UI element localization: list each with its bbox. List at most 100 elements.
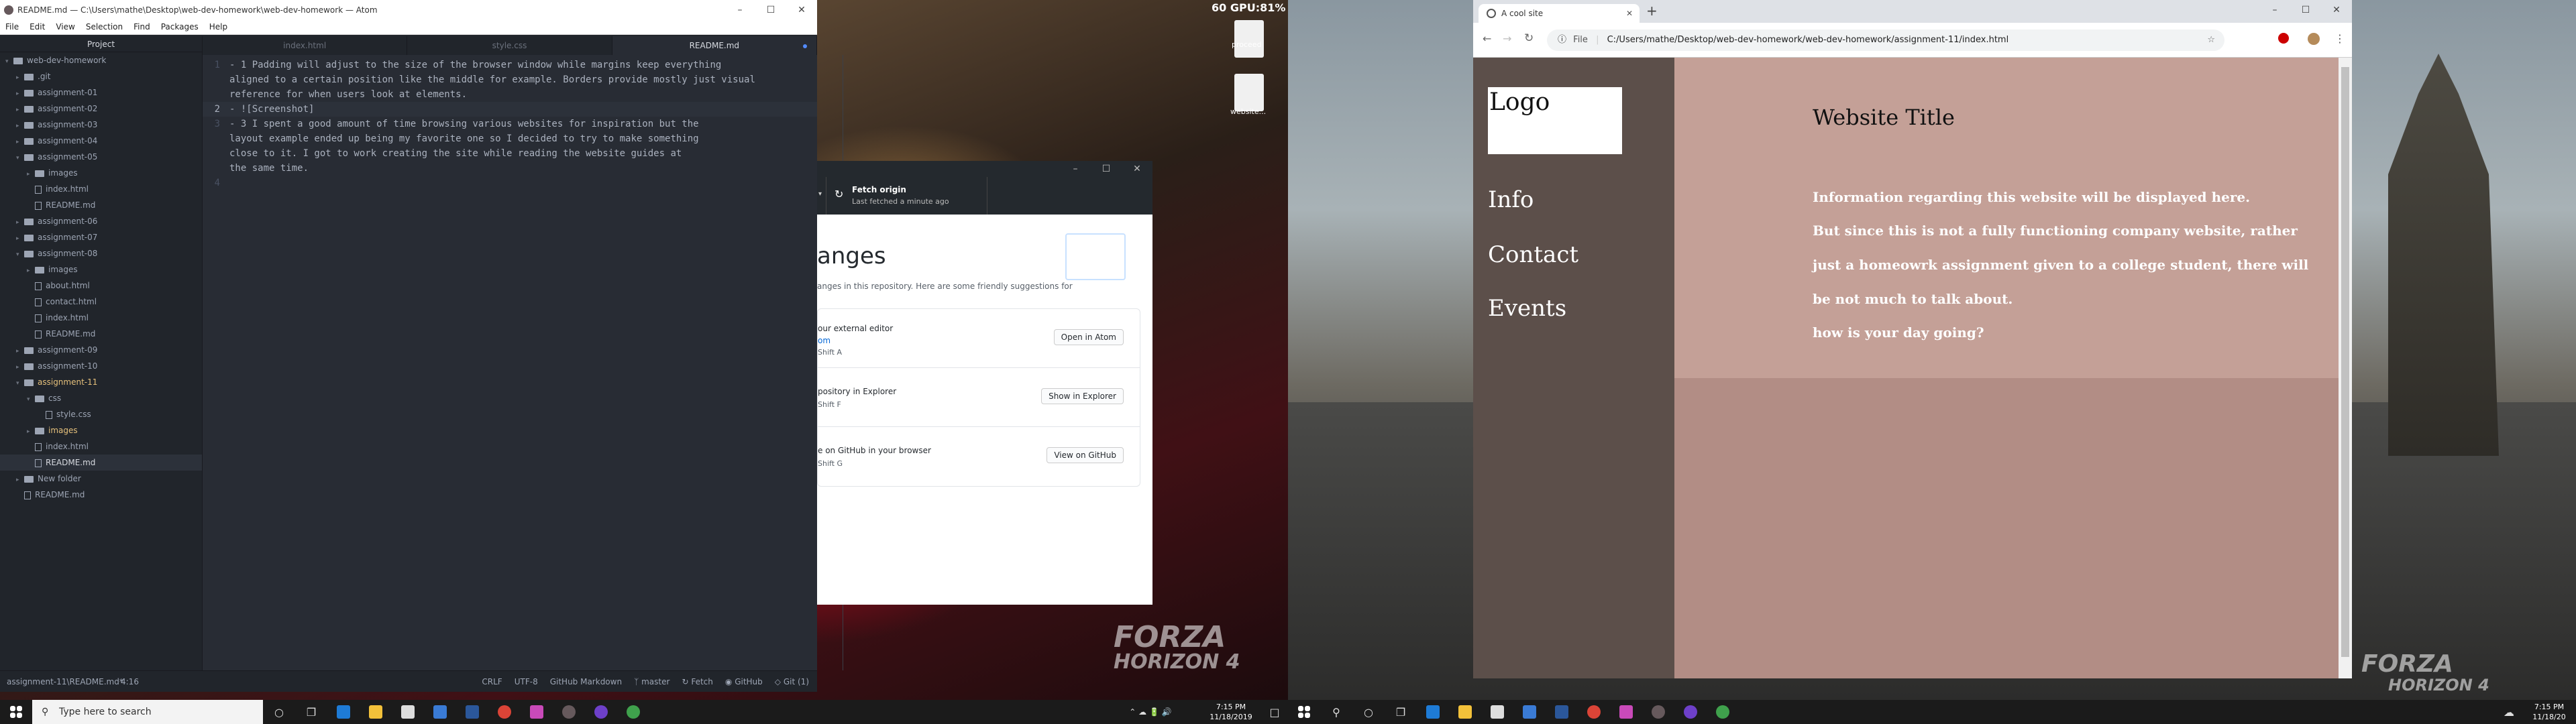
code-line[interactable]: close to it. I got to work creating the … bbox=[203, 146, 817, 161]
edge-icon[interactable] bbox=[327, 700, 360, 724]
status-file-path[interactable]: assignment-11\README.md* bbox=[7, 671, 123, 692]
address-bar[interactable]: ⓘ File | C:/Users/mathe/Desktop/web-dev-… bbox=[1547, 29, 2224, 51]
nav-contact[interactable]: Contact bbox=[1488, 241, 1578, 268]
tree-item[interactable]: ▸ New folder bbox=[0, 471, 202, 487]
status-fetch[interactable]: ↻ Fetch bbox=[682, 671, 712, 692]
back-icon[interactable]: ← bbox=[1483, 32, 1491, 45]
search-icon[interactable]: ⚲ bbox=[1320, 700, 1352, 724]
status-github[interactable]: ◉ GitHub bbox=[725, 671, 763, 692]
tree-item[interactable]: index.html bbox=[0, 181, 202, 197]
minimize-icon[interactable]: – bbox=[724, 0, 755, 20]
scrollbar[interactable] bbox=[2339, 58, 2352, 678]
status-grammar[interactable]: GitHub Markdown bbox=[550, 671, 622, 692]
atom-titlebar[interactable]: README.md — C:\Users\mathe\Desktop\web-d… bbox=[0, 0, 817, 20]
maximize-icon[interactable]: ☐ bbox=[1091, 161, 1122, 177]
cortana-icon[interactable]: ○ bbox=[263, 700, 295, 724]
edge-icon[interactable] bbox=[1417, 700, 1449, 724]
store-icon[interactable] bbox=[1481, 700, 1513, 724]
tree-item[interactable]: README.md bbox=[0, 487, 202, 503]
clock[interactable]: 7:15 PM 11/18/2019 bbox=[1201, 702, 1261, 722]
github-desktop-taskbar-icon[interactable] bbox=[585, 700, 617, 724]
maximize-icon[interactable]: ☐ bbox=[2290, 0, 2321, 20]
tree-item[interactable]: ▸ images bbox=[0, 261, 202, 278]
avatar[interactable] bbox=[2308, 33, 2320, 45]
view-on-github-button[interactable]: View on GitHub bbox=[1046, 447, 1124, 463]
mail-icon[interactable] bbox=[1513, 700, 1546, 724]
tree-item[interactable]: contact.html bbox=[0, 294, 202, 310]
chrome-icon[interactable] bbox=[1578, 700, 1610, 724]
branch-dropdown-edge[interactable]: ▾ bbox=[817, 177, 826, 215]
tree-item[interactable]: ▸ assignment-07 bbox=[0, 229, 202, 245]
tree-item[interactable]: ▸ images bbox=[0, 422, 202, 438]
tree-item[interactable]: index.html bbox=[0, 438, 202, 455]
network-icon[interactable]: ☁ bbox=[2496, 700, 2522, 724]
tree-item[interactable]: ▸ assignment-01 bbox=[0, 84, 202, 101]
code-line[interactable]: 2 - ![Screenshot] bbox=[203, 102, 817, 117]
menu-selection[interactable]: Selection bbox=[80, 20, 128, 34]
nav-events[interactable]: Events bbox=[1488, 295, 1566, 322]
xbox-icon[interactable] bbox=[1707, 700, 1739, 724]
task-view-icon[interactable]: ❐ bbox=[1385, 700, 1417, 724]
close-icon[interactable]: ✕ bbox=[2321, 0, 2352, 20]
code-line[interactable]: layout example ended up being my favorit… bbox=[203, 131, 817, 146]
new-tab-icon[interactable]: + bbox=[1646, 3, 1658, 19]
tab-readme-md[interactable]: README.md bbox=[612, 36, 817, 55]
tree-item[interactable]: about.html bbox=[0, 278, 202, 294]
close-icon[interactable]: ✕ bbox=[1122, 161, 1152, 177]
ghd-titlebar[interactable]: – ☐ ✕ bbox=[817, 161, 1152, 177]
minimize-icon[interactable]: – bbox=[1060, 161, 1091, 177]
snip-icon[interactable] bbox=[521, 700, 553, 724]
cortana-icon[interactable]: ○ bbox=[1352, 700, 1385, 724]
close-icon[interactable]: ✕ bbox=[786, 0, 817, 20]
tree-item[interactable]: ▸ assignment-02 bbox=[0, 101, 202, 117]
tree-item[interactable]: ▸ assignment-03 bbox=[0, 117, 202, 133]
snip-icon[interactable] bbox=[1610, 700, 1642, 724]
tree-item[interactable]: ▸ assignment-06 bbox=[0, 213, 202, 229]
menu-file[interactable]: File bbox=[0, 20, 24, 34]
code-line[interactable]: 3 - 3 I spent a good amount of time brows… bbox=[203, 117, 817, 131]
tree-item[interactable]: README.md bbox=[0, 326, 202, 342]
word-icon[interactable] bbox=[456, 700, 488, 724]
taskbar-search-box[interactable]: ⚲ Type here to search bbox=[32, 700, 263, 724]
suggestion-link[interactable]: om bbox=[818, 336, 830, 345]
tree-item[interactable]: ▾ assignment-08 bbox=[0, 245, 202, 261]
status-line-ending[interactable]: CRLF bbox=[482, 671, 502, 692]
code-editor[interactable]: 1 - 1 Padding will adjust to the size of … bbox=[203, 55, 843, 670]
mail-icon[interactable] bbox=[424, 700, 456, 724]
code-line[interactable]: the same time. bbox=[203, 161, 817, 176]
start-windows-icon[interactable] bbox=[0, 700, 32, 724]
tree-item[interactable]: ▸ .git bbox=[0, 68, 202, 84]
menu-view[interactable]: View bbox=[50, 20, 80, 34]
desktop-icon-proceed[interactable] bbox=[1234, 20, 1264, 58]
tree-item[interactable]: style.css bbox=[0, 406, 202, 422]
word-icon[interactable] bbox=[1546, 700, 1578, 724]
status-cursor-position[interactable]: 4:16 bbox=[121, 671, 139, 692]
notifications-icon[interactable]: □ bbox=[1261, 700, 1288, 724]
menu-edit[interactable]: Edit bbox=[24, 20, 50, 34]
code-line[interactable]: reference for when users look at element… bbox=[203, 87, 817, 102]
desktop-icon-website[interactable] bbox=[1234, 74, 1264, 111]
forward-icon[interactable]: → bbox=[1503, 32, 1511, 45]
close-tab-icon[interactable]: ✕ bbox=[1626, 4, 1633, 23]
tree-item[interactable]: ▾ assignment-05 bbox=[0, 149, 202, 165]
tree-header[interactable]: Project bbox=[0, 36, 202, 52]
file-explorer-icon[interactable] bbox=[1449, 700, 1481, 724]
atom-taskbar-icon[interactable] bbox=[553, 700, 585, 724]
tree-item[interactable]: ▸ images bbox=[0, 165, 202, 181]
tree-item[interactable]: README.md bbox=[0, 455, 202, 471]
menu-help[interactable]: Help bbox=[204, 20, 233, 34]
menu-packages[interactable]: Packages bbox=[156, 20, 204, 34]
xbox-icon[interactable] bbox=[617, 700, 649, 724]
show-in-explorer-button[interactable]: Show in Explorer bbox=[1041, 388, 1124, 404]
tree-item[interactable]: ▸ assignment-04 bbox=[0, 133, 202, 149]
tree-item[interactable]: ▾ assignment-11 bbox=[0, 374, 202, 390]
code-line[interactable]: 1 - 1 Padding will adjust to the size of … bbox=[203, 58, 817, 72]
system-tray-icons[interactable]: ⌃ ☁ 🔋 🔊 bbox=[1100, 700, 1201, 724]
fetch-origin-button[interactable]: ↻ Fetch origin Last fetched a minute ago bbox=[826, 177, 987, 215]
atom-taskbar-icon[interactable] bbox=[1642, 700, 1674, 724]
menu-dots-icon[interactable]: ⋮ bbox=[2334, 32, 2345, 45]
status-branch[interactable]: ᛉ master bbox=[634, 671, 669, 692]
open-in-atom-button[interactable]: Open in Atom bbox=[1053, 329, 1124, 345]
file-explorer-icon[interactable] bbox=[360, 700, 392, 724]
scrollbar-thumb[interactable] bbox=[2341, 67, 2349, 657]
